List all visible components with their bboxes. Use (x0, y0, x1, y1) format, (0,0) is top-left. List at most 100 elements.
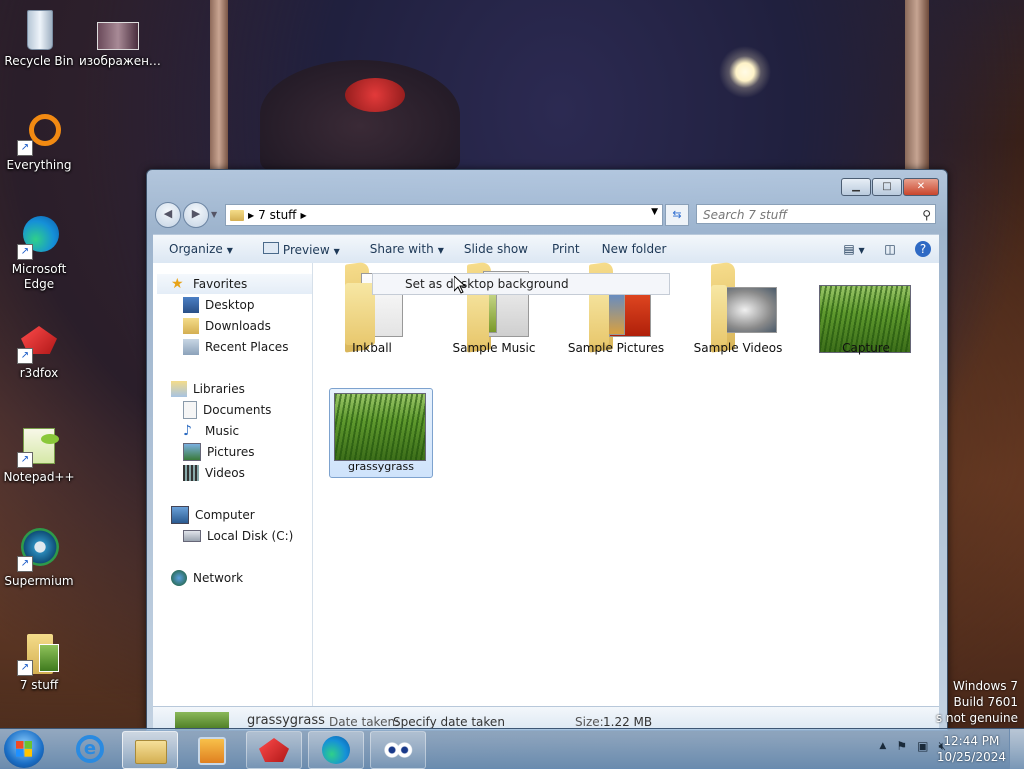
desktop-icon-label: Supermium (4, 574, 74, 588)
desktop-icon-label: изображен… (79, 54, 161, 68)
taskbar-windows-explorer[interactable] (122, 731, 178, 769)
internet-explorer-icon: e (76, 735, 104, 763)
breadcrumb-separator-icon[interactable]: ▶ (300, 211, 306, 220)
address-bar[interactable]: ▶ 7 stuff ▶ ▼ (225, 204, 663, 226)
details-size-value: 1.22 MB (603, 715, 653, 729)
maximize-button[interactable]: □ (872, 178, 902, 196)
shortcut-arrow-icon: ↗ (17, 348, 33, 364)
taskbar-clock[interactable]: 12:44 PM 10/25/2024 (937, 733, 1006, 765)
desktop-icon (183, 297, 199, 313)
nav-recent-places[interactable]: Recent Places (183, 337, 288, 357)
folder-icon (135, 740, 167, 764)
pictures-icon (183, 443, 201, 461)
clock-date: 10/25/2024 (936, 750, 1006, 764)
taskbar-eyes-app[interactable] (370, 731, 426, 769)
details-file-name: grassygrass (247, 713, 325, 728)
network-tray-icon[interactable]: ▣ (917, 739, 928, 754)
change-view-button[interactable]: ▤ ▼ (843, 239, 865, 259)
everything-icon: ↗ (17, 112, 61, 156)
start-button[interactable] (4, 730, 44, 768)
libraries-icon (171, 381, 187, 397)
action-center-flag-icon[interactable]: ⚑ (896, 739, 907, 754)
edge-icon (322, 736, 350, 764)
details-pane: grassygrass Date taken: Specify date tak… (153, 706, 939, 730)
desktop-icon-supermium[interactable]: ↗ Supermium (1, 528, 77, 588)
details-date-value[interactable]: Specify date taken (393, 715, 505, 729)
minimize-button[interactable]: ▁ (841, 178, 871, 196)
desktop-icon-notepad-plus-plus[interactable]: ↗ Notepad++ (1, 424, 77, 484)
item-label: Inkball (352, 341, 392, 355)
nav-documents[interactable]: Documents (183, 400, 271, 420)
chevron-down-icon: ▼ (226, 246, 233, 255)
breadcrumb-separator-icon[interactable]: ▶ (248, 211, 254, 220)
forward-button[interactable]: ▶ (183, 202, 209, 228)
preview-button[interactable]: Preview ▼ (243, 241, 350, 257)
close-button[interactable]: ✕ (903, 178, 939, 196)
nav-network[interactable]: Network (171, 568, 243, 588)
recycle-bin-icon (17, 8, 61, 52)
organize-button[interactable]: Organize ▼ (153, 242, 243, 256)
documents-icon (183, 401, 197, 419)
nav-libraries[interactable]: Libraries (171, 379, 245, 399)
print-button[interactable]: Print (538, 242, 590, 256)
image-item-capture[interactable]: Capture (815, 263, 917, 355)
nav-local-disk[interactable]: Local Disk (C:) (183, 526, 293, 546)
new-folder-button[interactable]: New folder (590, 242, 677, 256)
chevron-down-icon: ▼ (333, 246, 340, 256)
desktop-icon-label: 7 stuff (19, 678, 59, 692)
nav-favorites[interactable]: ★ Favorites (157, 274, 312, 294)
taskbar-internet-explorer[interactable]: e (64, 731, 118, 767)
desktop-icon-recycle-bin[interactable]: Recycle Bin (1, 8, 77, 68)
address-dropdown-icon[interactable]: ▼ (651, 207, 658, 217)
wallpaper-frame-left (210, 0, 228, 170)
windows-watermark: Windows 7 Build 7601 s not genuine (935, 679, 1018, 725)
recent-pages-chevron-icon[interactable]: ▼ (211, 210, 217, 219)
image-item-grassygrass[interactable]: grassygrass (329, 388, 433, 478)
details-size-label: Size: (575, 715, 604, 729)
desktop-icon-image-file[interactable]: изображен… (79, 8, 161, 68)
nav-pictures[interactable]: Pictures (183, 442, 255, 462)
taskbar-microsoft-edge[interactable] (308, 731, 364, 769)
taskbar-r3dfox[interactable] (246, 731, 302, 769)
search-icon[interactable]: ⚲ (922, 205, 931, 225)
explorer-window[interactable]: ▁ □ ✕ ◀ ▶ ▼ ▶ 7 stuff ▶ ▼ ⇆ Search 7 stu… (146, 169, 948, 731)
search-input[interactable]: Search 7 stuff ⚲ (696, 204, 936, 224)
nav-computer[interactable]: Computer (171, 505, 255, 525)
supermium-icon: ↗ (17, 528, 61, 572)
network-icon (171, 570, 187, 586)
navigation-pane: ★ Favorites Desktop Downloads Recent Pla… (153, 263, 313, 706)
navigation-buttons: ◀ ▶ (155, 202, 211, 228)
desktop-icon-r3dfox[interactable]: ↗ r3dfox (1, 320, 77, 380)
taskbar-media-player[interactable] (184, 731, 238, 767)
slide-show-button[interactable]: Slide show (454, 242, 538, 256)
music-icon: ♪ (183, 423, 192, 439)
desktop-icon-microsoft-edge[interactable]: ↗ Microsoft Edge (1, 216, 77, 292)
computer-icon (171, 506, 189, 524)
share-with-button[interactable]: Share with ▼ (350, 242, 454, 256)
nav-downloads[interactable]: Downloads (183, 316, 271, 336)
nav-videos[interactable]: Videos (183, 463, 245, 483)
folder-item-sample-videos[interactable]: Sample Videos (687, 261, 789, 355)
desktop-icon-everything[interactable]: ↗ Everything (1, 112, 77, 172)
nav-desktop[interactable]: Desktop (183, 295, 255, 315)
breadcrumb-folder[interactable]: 7 stuff (258, 208, 296, 222)
desktop-icon-7-stuff[interactable]: ↗ 7 stuff (1, 632, 77, 692)
file-list[interactable]: Inkball Sample Music Sample Pictures Sam… (313, 261, 939, 706)
refresh-button[interactable]: ⇆ (665, 204, 689, 226)
wallpaper (260, 60, 460, 170)
wallpaper-hat-flower (345, 78, 405, 112)
folder-small-icon (230, 209, 244, 221)
clock-time: 12:44 PM (943, 734, 1000, 748)
help-icon[interactable]: ? (915, 241, 931, 257)
nav-music[interactable]: ♪ Music (183, 421, 239, 441)
back-button[interactable]: ◀ (155, 202, 181, 228)
preview-pane-button[interactable]: ◫ (879, 239, 901, 259)
show-hidden-icons-icon[interactable]: ▲ (879, 741, 886, 754)
shortcut-arrow-icon: ↗ (17, 452, 33, 468)
videos-icon (183, 465, 199, 481)
notepad-plus-plus-icon: ↗ (17, 424, 61, 468)
eyes-icon (383, 742, 413, 758)
item-label: Capture (842, 341, 890, 355)
r3dfox-icon: ↗ (17, 320, 61, 364)
show-desktop-button[interactable] (1009, 729, 1024, 769)
